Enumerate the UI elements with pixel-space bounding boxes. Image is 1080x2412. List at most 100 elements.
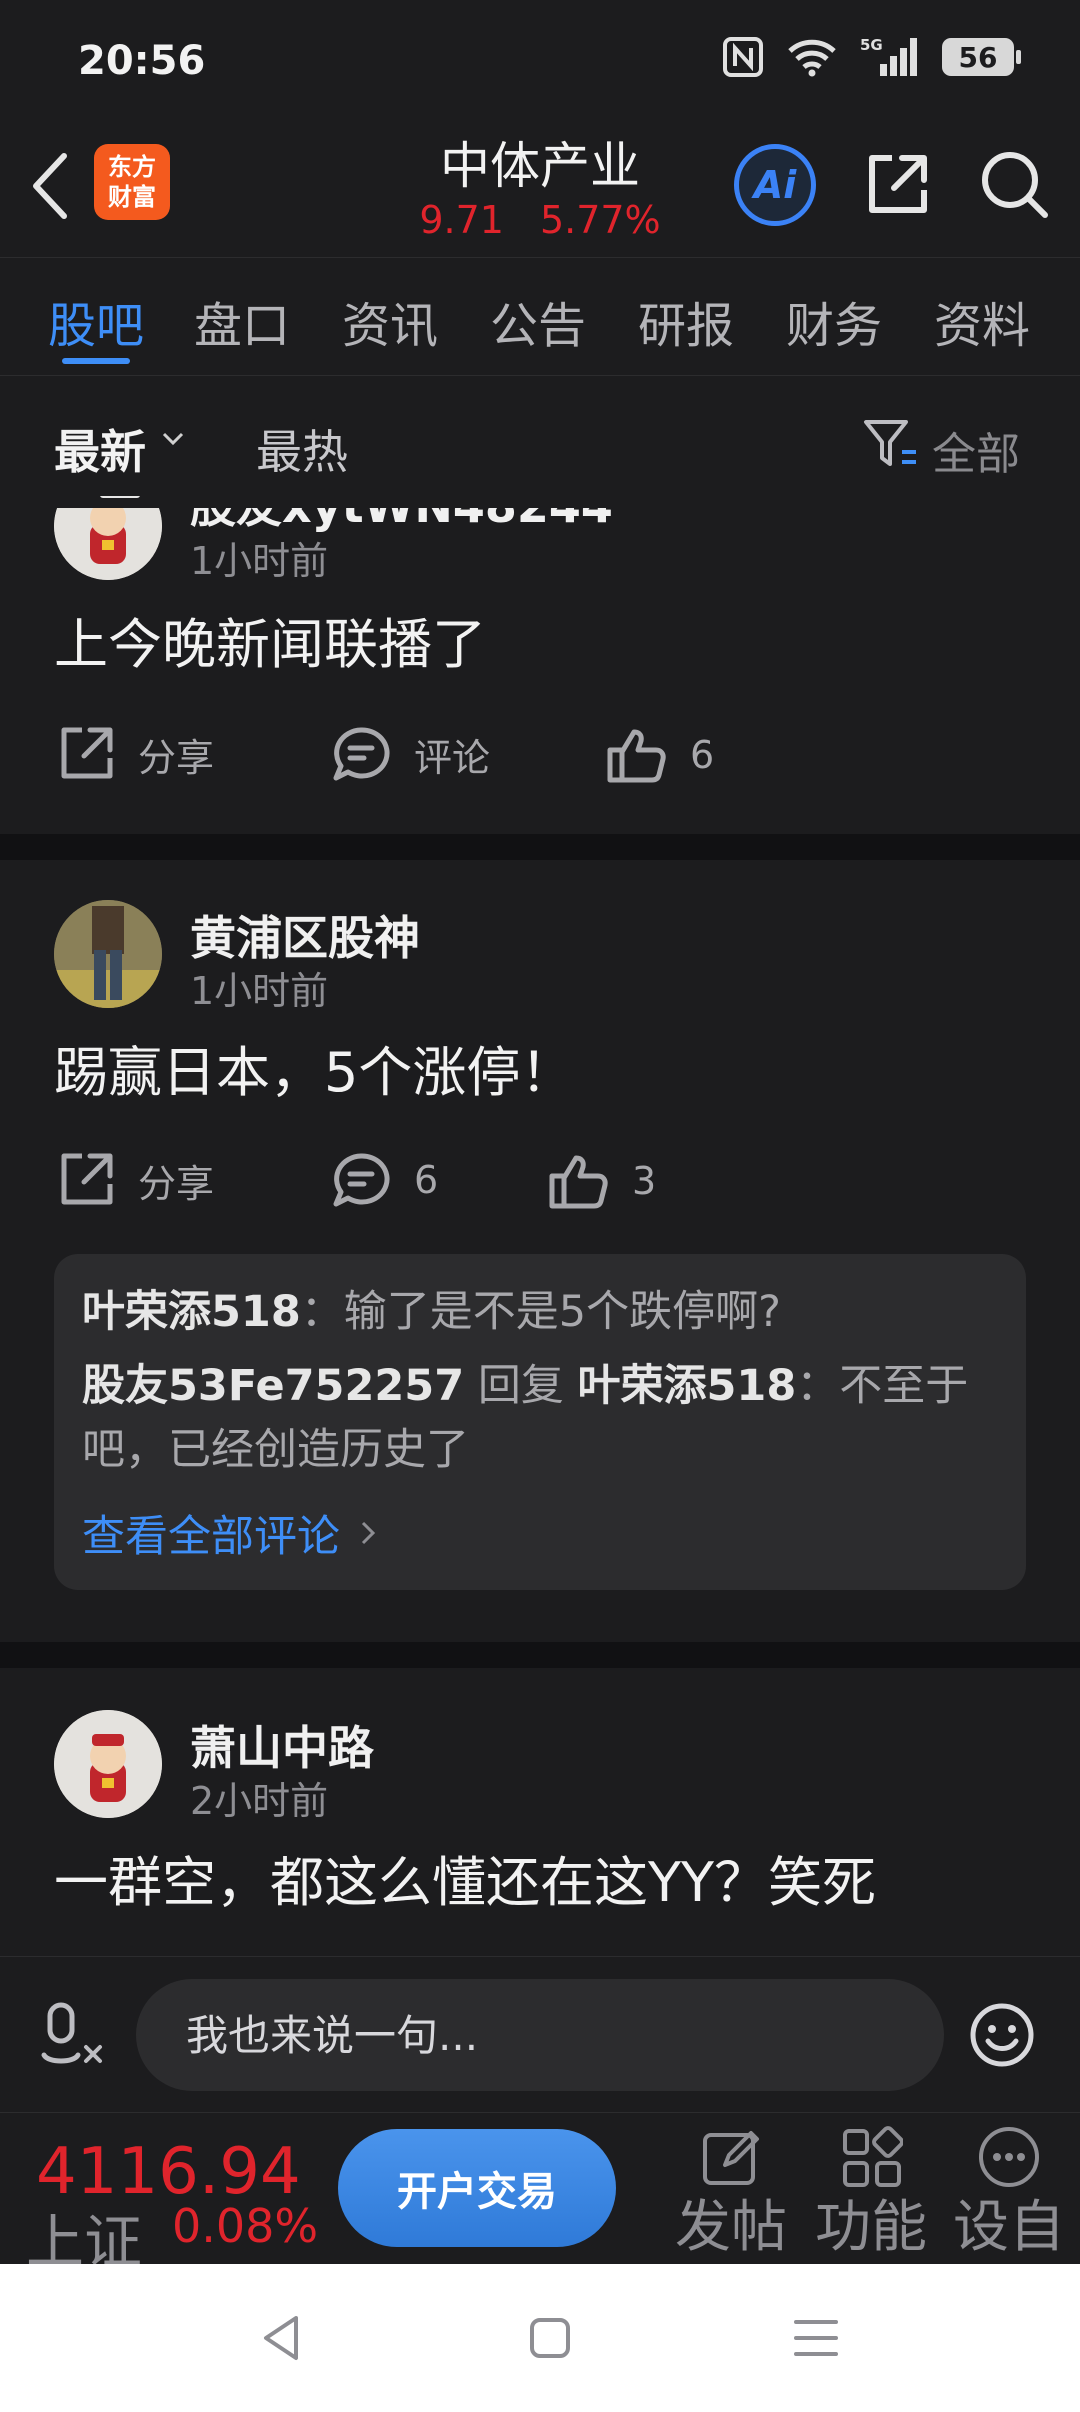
chevron-down-icon[interactable]: [160, 430, 186, 448]
share-icon[interactable]: [862, 148, 934, 220]
avatar[interactable]: [54, 496, 162, 580]
tab-news[interactable]: 资讯: [342, 286, 438, 356]
stock-change-pct: 5.77%: [539, 198, 661, 242]
comment-label: 评论: [414, 735, 491, 780]
post-username[interactable]: 黄浦区股神: [190, 902, 420, 968]
post-feed: 股友xytWN48244 1小时前 上今晚新闻联播了 分享 评论 6 黄浦区股神…: [0, 496, 1080, 1956]
status-time: 20:56: [78, 38, 206, 84]
like-button[interactable]: 6: [604, 724, 714, 786]
tab-profile[interactable]: 资料: [934, 286, 1030, 356]
battery-icon: 56: [942, 38, 1021, 76]
stock-price: 9.71: [419, 198, 504, 242]
share-icon: [61, 1153, 113, 1205]
share-icon: [61, 727, 113, 779]
ai-assistant-icon[interactable]: Ai: [734, 144, 816, 226]
comment-icon: [333, 727, 390, 781]
sort-bar: 最新 最热 全部: [0, 376, 1080, 496]
sort-latest-button[interactable]: 最新: [54, 416, 146, 482]
reply-preview[interactable]: 叶荣添518：输了是不是5个跌停啊? 股友53Fe752257 回复 叶荣添51…: [54, 1254, 1026, 1590]
like-button[interactable]: 3: [546, 1150, 656, 1212]
tab-guba[interactable]: 股吧: [48, 286, 144, 356]
reply-username[interactable]: 股友53Fe752257: [82, 1361, 464, 1411]
functions-label: 功能: [815, 2195, 927, 2260]
thumbs-up-icon: [549, 1155, 608, 1209]
post-text[interactable]: 踢赢日本，5个涨停！: [54, 1028, 574, 1107]
share-label: 分享: [138, 1161, 215, 1206]
status-icons: 5G 56: [722, 36, 1021, 78]
share-button[interactable]: 分享: [56, 724, 214, 784]
section-tabs: 股吧 盘口 资讯 公告 研报 财务 资料: [0, 258, 1080, 376]
wifi-icon: [788, 39, 836, 77]
share-button[interactable]: 分享: [56, 1150, 214, 1210]
battery-level: 56: [958, 40, 998, 74]
reply-target-username[interactable]: 叶荣添518: [578, 1361, 797, 1411]
active-tab-indicator: [62, 358, 130, 364]
index-change: 0.08%: [172, 2199, 319, 2253]
comment-button[interactable]: 评论: [330, 724, 490, 784]
mascot-avatar-icon: [54, 1710, 162, 1818]
reply-item[interactable]: 叶荣添518：输了是不是5个跌停啊?: [82, 1280, 998, 1344]
nav-menu-icon[interactable]: [790, 2312, 842, 2364]
tab-finance[interactable]: 财务: [786, 286, 882, 356]
more-icon: [979, 2127, 1039, 2187]
app-logo-line-1: 东方: [108, 153, 156, 181]
share-label: 分享: [138, 735, 215, 780]
bottom-toolbar: 4116.94 上证 0.08% 开户交易 发帖 功能 设自: [0, 2112, 1080, 2264]
stock-name: 中体产业: [440, 137, 640, 195]
app-logo[interactable]: 东方 财富: [94, 144, 170, 220]
reply-word: 回复: [477, 1361, 564, 1411]
index-name: 上证: [26, 2208, 143, 2264]
post-time: 1小时前: [190, 539, 329, 583]
post-button[interactable]: 发帖: [666, 2119, 796, 2263]
post-time: 1小时前: [190, 969, 329, 1013]
like-count: 6: [690, 733, 715, 777]
post-text[interactable]: 上今晚新闻联播了: [54, 600, 486, 679]
post-time: 2小时前: [190, 1779, 329, 1823]
stock-header: 东方 财富 中体产业 9.71 5.77% Ai: [0, 120, 1080, 258]
tab-research[interactable]: 研报: [638, 286, 734, 356]
filter-label[interactable]: 全部: [932, 418, 1020, 482]
system-navigation-bar: [0, 2264, 1080, 2412]
post-text[interactable]: 一群空，都这么懂还在这YY？笑死: [54, 1838, 876, 1917]
emoji-icon[interactable]: [968, 2001, 1036, 2069]
like-count: 3: [632, 1159, 657, 1203]
functions-button[interactable]: 功能: [806, 2119, 936, 2263]
comment-button[interactable]: 6: [330, 1150, 438, 1210]
reply-text: ：输了是不是5个跌停啊?: [300, 1287, 781, 1337]
post-card[interactable]: 股友xytWN48244 1小时前 上今晚新闻联播了 分享 评论 6: [0, 496, 1080, 834]
post-card[interactable]: 黄浦区股神 1小时前 踢赢日本，5个涨停！ 分享 6 3 叶荣添518：输了是不…: [0, 860, 1080, 1642]
nav-home-icon[interactable]: [524, 2312, 576, 2364]
edit-icon: [703, 2131, 759, 2185]
nav-back-icon[interactable]: [256, 2312, 308, 2364]
nfc-icon: [723, 37, 763, 77]
stock-quote: 9.71 5.77%: [340, 198, 740, 242]
scroll-overlap: [0, 496, 1080, 508]
avatar[interactable]: [54, 1710, 162, 1818]
comment-input-bar: [0, 1956, 1080, 2112]
open-account-button[interactable]: 开户交易: [338, 2129, 616, 2247]
comment-count: 6: [414, 1158, 439, 1202]
view-all-comments-link[interactable]: 查看全部评论: [82, 1502, 998, 1564]
post-label: 发帖: [675, 2195, 787, 2260]
filter-icon[interactable]: [862, 416, 922, 472]
tab-announcements[interactable]: 公告: [490, 286, 586, 356]
back-arrow-icon[interactable]: [24, 146, 80, 226]
reply-username[interactable]: 叶荣添518: [82, 1287, 301, 1337]
thumbs-up-icon: [607, 729, 666, 783]
avatar[interactable]: [54, 900, 162, 1008]
comment-input[interactable]: [136, 1979, 944, 2091]
custom-button[interactable]: 设自: [944, 2119, 1074, 2263]
status-bar: 20:56 5G 56: [0, 0, 1080, 120]
mascot-avatar-icon: [54, 496, 162, 580]
reply-item[interactable]: 股友53Fe752257 回复 叶荣添518：不至于吧，已经创造历史了: [82, 1354, 998, 1482]
network-type-label: 5G: [860, 36, 883, 54]
comment-icon: [333, 1153, 390, 1207]
tab-pankou[interactable]: 盘口: [194, 286, 290, 356]
post-username[interactable]: 萧山中路: [190, 1712, 374, 1778]
post-card[interactable]: 萧山中路 2小时前 一群空，都这么懂还在这YY？笑死: [0, 1668, 1080, 1956]
sort-hot-button[interactable]: 最热: [256, 416, 348, 482]
search-icon[interactable]: [976, 146, 1052, 222]
custom-label: 设自: [953, 2195, 1065, 2260]
voice-input-icon[interactable]: [40, 1999, 112, 2071]
view-all-comments-label: 查看全部评论: [82, 1512, 340, 1562]
